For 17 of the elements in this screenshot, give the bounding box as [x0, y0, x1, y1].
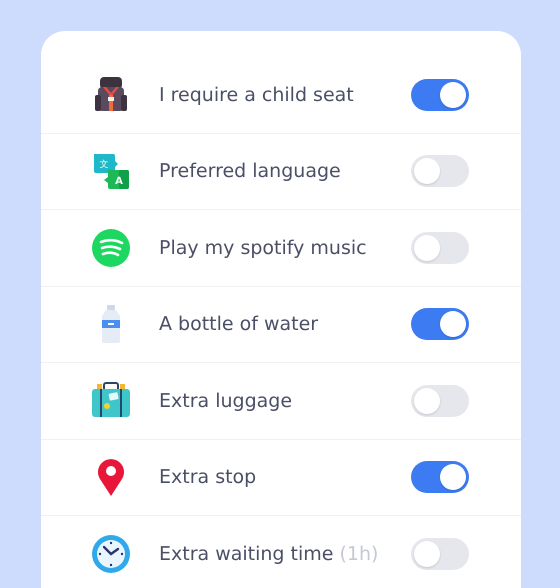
toggle-switch[interactable] [411, 155, 469, 188]
option-label: I require a child seat [159, 84, 355, 106]
toggle-switch[interactable] [411, 232, 469, 264]
option-label: Extra waiting time (1h) [159, 542, 380, 565]
option-label: Preferred language [159, 160, 342, 182]
location-pin-icon [95, 457, 127, 498]
option-label: Play my spotify music [159, 236, 368, 259]
toggle-switch[interactable] [411, 461, 469, 494]
music-app-icon [91, 228, 131, 268]
option-label: Extra luggage [159, 390, 294, 412]
toggle-switch[interactable] [411, 78, 469, 111]
toggle-switch[interactable] [411, 384, 469, 417]
option-label: A bottle of water [159, 313, 320, 336]
clock-icon [91, 534, 131, 574]
toggle-switch[interactable] [411, 538, 469, 570]
toggle-switch[interactable] [411, 308, 469, 340]
option-label: Extra stop [159, 466, 258, 488]
